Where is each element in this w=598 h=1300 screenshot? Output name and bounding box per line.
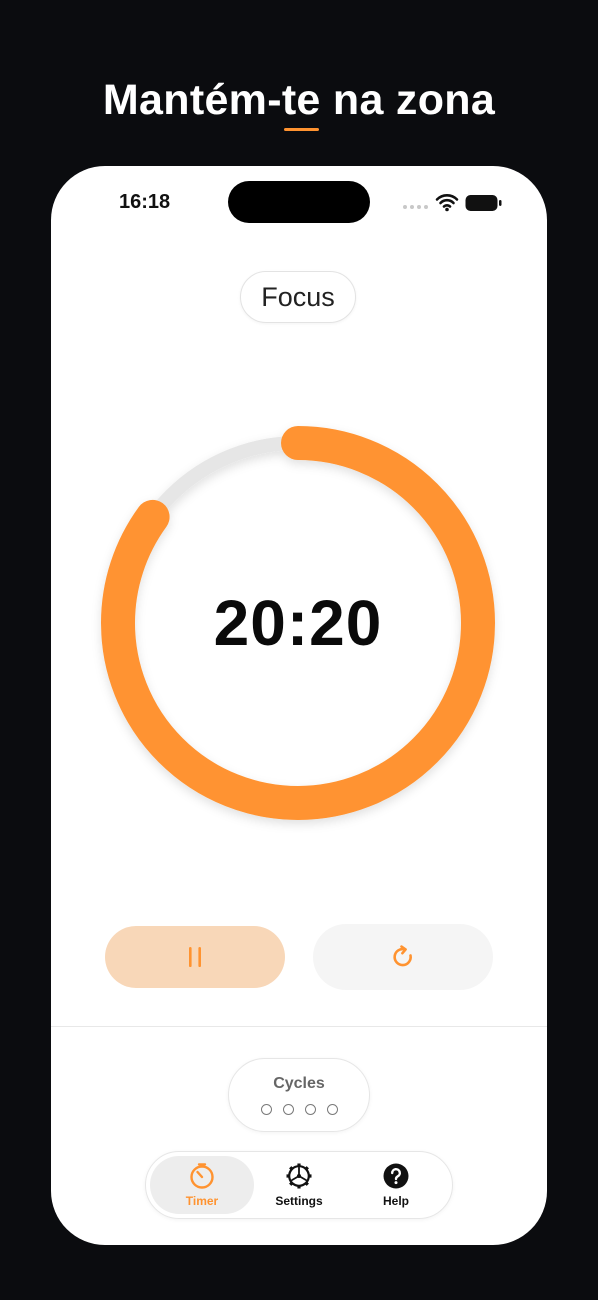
- timer-display: 20:20: [213, 587, 383, 659]
- phone-screen: 16:18 Focus 20:20 Cycles Timer Settings …: [51, 166, 547, 1245]
- tab-bar: Timer Settings Help: [145, 1151, 453, 1219]
- tab-timer[interactable]: Timer: [150, 1156, 254, 1214]
- dynamic-island: [228, 181, 370, 223]
- headline-text-end: na zona: [320, 76, 496, 124]
- reset-button[interactable]: [313, 924, 493, 990]
- wifi-icon: [435, 194, 459, 212]
- cycle-dot: [282, 1104, 294, 1115]
- status-time: 16:18: [119, 191, 171, 213]
- tab-timer-label: Timer: [185, 1194, 219, 1208]
- timer-icon: [190, 1163, 214, 1189]
- tab-settings[interactable]: Settings: [247, 1156, 351, 1214]
- headline-text-underlined: te: [281, 76, 321, 131]
- tab-settings-label: Settings: [275, 1194, 323, 1208]
- gear-icon: [286, 1163, 312, 1189]
- battery-icon: [465, 195, 502, 211]
- help-icon: [383, 1163, 409, 1189]
- cycle-dot: [304, 1104, 316, 1115]
- headline: Mantém-te na zona: [0, 76, 598, 131]
- cycles-label: Cycles: [273, 1075, 325, 1092]
- pause-button[interactable]: [105, 926, 285, 988]
- refresh-icon: [393, 945, 412, 967]
- mode-pill[interactable]: Focus: [240, 271, 356, 323]
- cycles-indicator: Cycles: [228, 1058, 370, 1132]
- cycles-dots: [229, 1104, 369, 1115]
- timer-ring: 20:20: [88, 413, 508, 833]
- pause-icon: [189, 947, 201, 967]
- tab-help[interactable]: Help: [344, 1156, 448, 1214]
- cycle-dot: [326, 1104, 338, 1115]
- signal-icon: [403, 205, 428, 209]
- divider: [51, 1026, 547, 1027]
- tab-help-label: Help: [382, 1194, 409, 1208]
- headline-text-start: Mantém-: [102, 76, 282, 124]
- cycle-dot: [260, 1104, 272, 1115]
